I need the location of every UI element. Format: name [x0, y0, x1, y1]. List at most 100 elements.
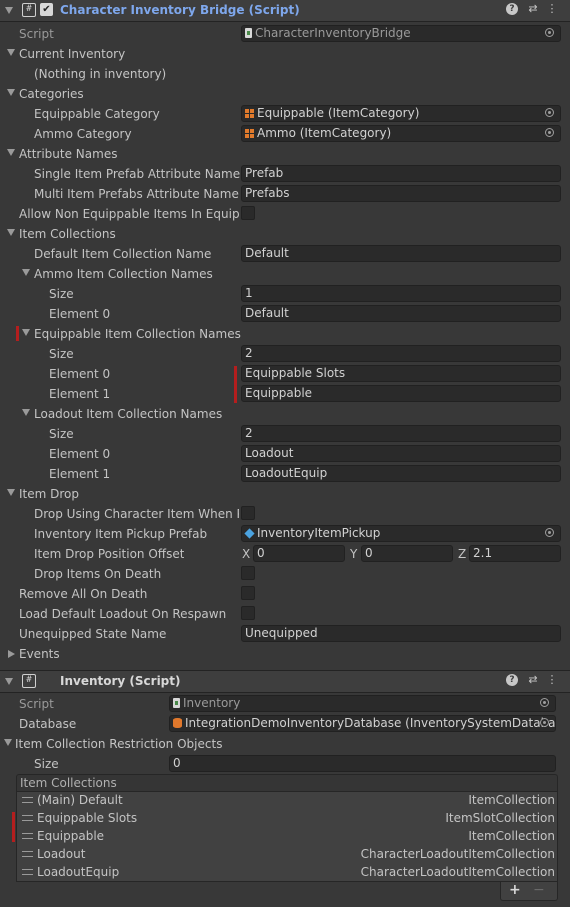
equippable-category-field[interactable]: Equippable (ItemCategory): [241, 105, 561, 122]
multi-prefabs-input[interactable]: Prefabs: [241, 185, 561, 202]
equip-element-0-row: Element 0 Equippable Slots: [0, 364, 570, 384]
foldout-arrow-collapsed-icon[interactable]: [8, 650, 15, 658]
object-picker-icon[interactable]: [545, 108, 554, 117]
equip-element-1-label: Element 1: [49, 387, 111, 401]
help-icon[interactable]: ?: [506, 3, 518, 15]
pickup-prefab-label: Inventory Item Pickup Prefab: [34, 527, 208, 541]
offset-z-input[interactable]: 2.1: [469, 545, 561, 562]
preset-settings-icon[interactable]: ⇄: [527, 674, 539, 686]
loadout-element-1-input[interactable]: LoadoutEquip: [241, 465, 561, 482]
load-default-checkbox[interactable]: [241, 606, 255, 620]
list-item[interactable]: Loadout CharacterLoadoutItemCollection: [17, 846, 557, 864]
foldout-arrow-icon[interactable]: [7, 49, 15, 56]
ammo-element-0-label: Element 0: [49, 307, 111, 321]
current-inventory-foldout[interactable]: Current Inventory: [0, 44, 570, 64]
restriction-foldout[interactable]: Item Collection Restriction Objects: [0, 734, 570, 754]
default-collection-input[interactable]: Default: [241, 245, 561, 262]
ammo-names-foldout[interactable]: Ammo Item Collection Names: [0, 264, 570, 284]
drag-handle-icon[interactable]: [22, 815, 33, 821]
offset-y-input[interactable]: 0: [361, 545, 453, 562]
loadout-element-0-label: Element 0: [49, 447, 111, 461]
loadout-names-foldout[interactable]: Loadout Item Collection Names: [0, 404, 570, 424]
component-enabled-checkbox[interactable]: ✔: [40, 3, 53, 16]
attribute-names-foldout[interactable]: Attribute Names: [0, 144, 570, 164]
object-picker-icon[interactable]: [545, 128, 554, 137]
drop-using-checkbox[interactable]: [241, 506, 255, 520]
object-picker-icon[interactable]: [545, 28, 554, 37]
item-drop-foldout[interactable]: Item Drop: [0, 484, 570, 504]
load-default-label: Load Default Loadout On Respawn: [19, 607, 227, 621]
equippable-category-label: Equippable Category: [34, 107, 160, 121]
default-collection-row: Default Item Collection Name Default: [0, 244, 570, 264]
collection-name: Equippable Slots: [37, 811, 138, 825]
default-collection-label: Default Item Collection Name: [34, 247, 212, 261]
unequipped-input[interactable]: Unequipped: [241, 625, 561, 642]
list-item[interactable]: LoadoutEquip CharacterLoadoutItemCollect…: [17, 864, 557, 882]
list-item[interactable]: Equippable Slots ItemSlotCollection: [17, 810, 557, 828]
loadout-size-input[interactable]: 2: [241, 425, 561, 442]
collection-type: CharacterLoadoutItemCollection: [360, 865, 555, 879]
help-icon[interactable]: ?: [506, 674, 518, 686]
foldout-arrow-icon[interactable]: [7, 89, 15, 96]
database-field[interactable]: IntegrationDemoInventoryDatabase (Invent…: [169, 715, 556, 732]
script-component-icon: #: [22, 3, 36, 17]
inventory-header[interactable]: # Inventory (Script) ? ⇄ ⋮: [0, 670, 570, 693]
restriction-size-input[interactable]: 0: [169, 755, 556, 772]
events-foldout[interactable]: Events: [0, 644, 570, 664]
inventory-foldout-arrow-icon[interactable]: [5, 678, 13, 685]
foldout-arrow-icon[interactable]: [22, 409, 30, 416]
current-inventory-label: Current Inventory: [19, 47, 126, 61]
drag-handle-icon[interactable]: [22, 869, 33, 875]
inventory-script-label: Script: [19, 697, 54, 711]
equip-size-input[interactable]: 2: [241, 345, 561, 362]
remove-item-button[interactable]: −: [533, 882, 545, 898]
single-prefab-input[interactable]: Prefab: [241, 165, 561, 182]
offset-y-label: Y: [350, 547, 358, 561]
drop-on-death-checkbox[interactable]: [241, 566, 255, 580]
offset-x-input[interactable]: 0: [253, 545, 345, 562]
equip-element-0-input[interactable]: Equippable Slots: [241, 365, 561, 382]
pickup-prefab-value: InventoryItemPickup: [257, 526, 381, 540]
current-inventory-empty: (Nothing in inventory): [0, 64, 570, 84]
drag-handle-icon[interactable]: [22, 797, 33, 803]
ammo-size-row: Size 1: [0, 284, 570, 304]
context-menu-icon[interactable]: ⋮: [546, 3, 558, 15]
add-item-button[interactable]: +: [509, 882, 521, 898]
foldout-arrow-icon[interactable]: [4, 739, 12, 746]
pickup-prefab-field[interactable]: InventoryItemPickup: [241, 525, 561, 542]
ammo-element-0-input[interactable]: Default: [241, 305, 561, 322]
object-picker-icon[interactable]: [540, 698, 549, 707]
events-label: Events: [19, 647, 60, 661]
foldout-arrow-icon[interactable]: [7, 229, 15, 236]
offset-x-label: X: [242, 547, 251, 561]
context-menu-icon[interactable]: ⋮: [546, 674, 558, 686]
drag-handle-icon[interactable]: [22, 851, 33, 857]
loadout-element-0-input[interactable]: Loadout: [241, 445, 561, 462]
bridge-header[interactable]: # ✔ Character Inventory Bridge (Script) …: [0, 0, 570, 22]
categories-foldout[interactable]: Categories: [0, 84, 570, 104]
attribute-names-label: Attribute Names: [19, 147, 118, 161]
foldout-arrow-icon[interactable]: [22, 269, 30, 276]
inventory-script-field[interactable]: Inventory: [169, 695, 556, 712]
object-picker-icon[interactable]: [545, 528, 554, 537]
equip-names-foldout[interactable]: Equippable Item Collection Names: [0, 324, 570, 344]
list-item[interactable]: Equippable ItemCollection: [17, 828, 557, 846]
foldout-arrow-icon[interactable]: [7, 489, 15, 496]
drop-using-row: Drop Using Character Item When Pos: [0, 504, 570, 524]
foldout-arrow-icon[interactable]: [22, 329, 30, 336]
remove-all-checkbox[interactable]: [241, 586, 255, 600]
allow-non-equippable-checkbox[interactable]: [241, 206, 255, 220]
unequipped-label: Unequipped State Name: [19, 627, 167, 641]
list-item[interactable]: (Main) Default ItemCollection: [17, 792, 557, 810]
drag-handle-icon[interactable]: [22, 833, 33, 839]
bridge-foldout-arrow-icon[interactable]: [5, 7, 13, 14]
collection-name: (Main) Default: [37, 793, 123, 807]
object-picker-icon[interactable]: [540, 718, 549, 727]
item-collections-foldout[interactable]: Item Collections: [0, 224, 570, 244]
ammo-category-field[interactable]: Ammo (ItemCategory): [241, 125, 561, 142]
preset-settings-icon[interactable]: ⇄: [527, 3, 539, 15]
foldout-arrow-icon[interactable]: [7, 149, 15, 156]
script-object-field[interactable]: CharacterInventoryBridge: [241, 25, 561, 42]
ammo-size-input[interactable]: 1: [241, 285, 561, 302]
equip-element-1-input[interactable]: Equippable: [241, 385, 561, 402]
